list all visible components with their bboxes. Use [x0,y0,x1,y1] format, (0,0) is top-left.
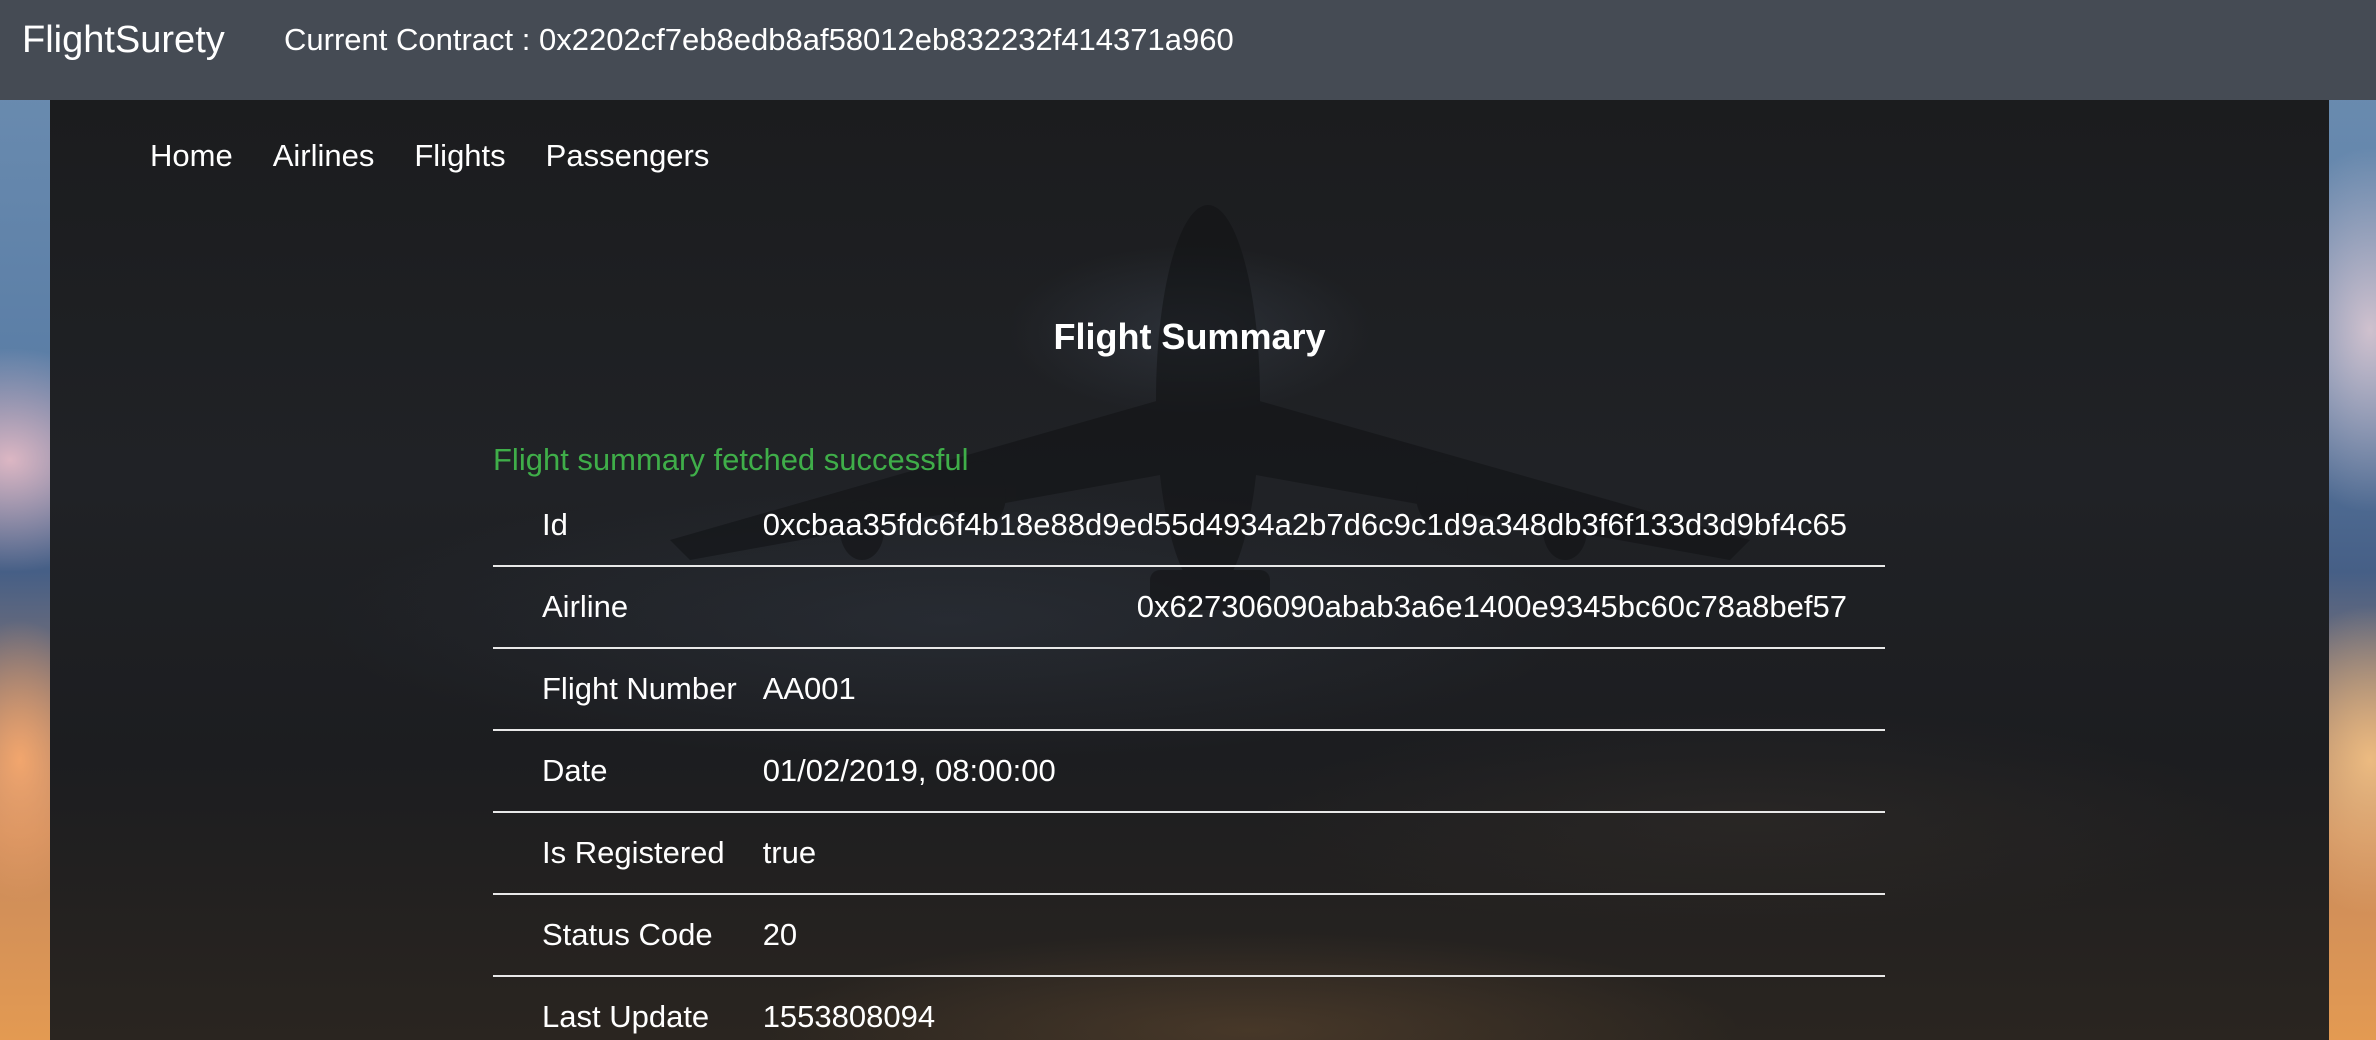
success-message: Flight summary fetched successful [493,442,969,477]
table-row-is-registered: Is Registered true [493,812,1885,894]
row-value: 20 [762,917,798,952]
nav-airlines-link[interactable]: Airlines [273,136,375,176]
row-value: 0xcbaa35fdc6f4b18e88d9ed55d4934a2b7d6c9c… [762,507,1847,542]
table-row-flight-number: Flight Number AA001 [493,648,1885,730]
row-label: Status Code [542,917,713,952]
nav-home-link[interactable]: Home [150,136,233,176]
row-value: true [762,835,817,870]
brand-logo[interactable]: FlightSurety [22,17,225,63]
row-label: Last Update [542,999,710,1034]
row-value: AA001 [762,671,856,706]
table-row-status-code: Status Code 20 [493,894,1885,976]
row-label: Is Registered [542,835,725,870]
row-value: 1553808094 [762,999,936,1034]
row-label: Date [542,753,608,788]
nav-passengers-link[interactable]: Passengers [546,136,710,176]
table-row-airline: Airline 0x627306090abab3a6e1400e9345bc60… [493,566,1885,648]
row-value: 0x627306090abab3a6e1400e9345bc60c78a8bef… [1136,589,1847,624]
flight-summary-table: Id 0xcbaa35fdc6f4b18e88d9ed55d4934a2b7d6… [493,485,1885,1040]
page-title: Flight Summary [1053,316,1326,357]
table-row-last-update: Last Update 1553808094 [493,976,1885,1040]
row-label: Airline [542,589,629,624]
main-nav: Home Airlines Flights Passengers [150,136,709,176]
nav-flights-link[interactable]: Flights [414,136,505,176]
current-contract-text: Current Contract : 0x2202cf7eb8edb8af580… [284,22,1234,57]
row-label: Id [542,507,568,542]
table-row-date: Date 01/02/2019, 08:00:00 [493,730,1885,812]
main-panel: Home Airlines Flights Passengers Flight … [50,100,2329,1040]
top-navbar: FlightSurety Current Contract : 0x2202cf… [0,0,2376,100]
row-label: Flight Number [542,671,737,706]
row-value: 01/02/2019, 08:00:00 [762,753,1056,788]
table-row-id: Id 0xcbaa35fdc6f4b18e88d9ed55d4934a2b7d6… [493,485,1885,566]
